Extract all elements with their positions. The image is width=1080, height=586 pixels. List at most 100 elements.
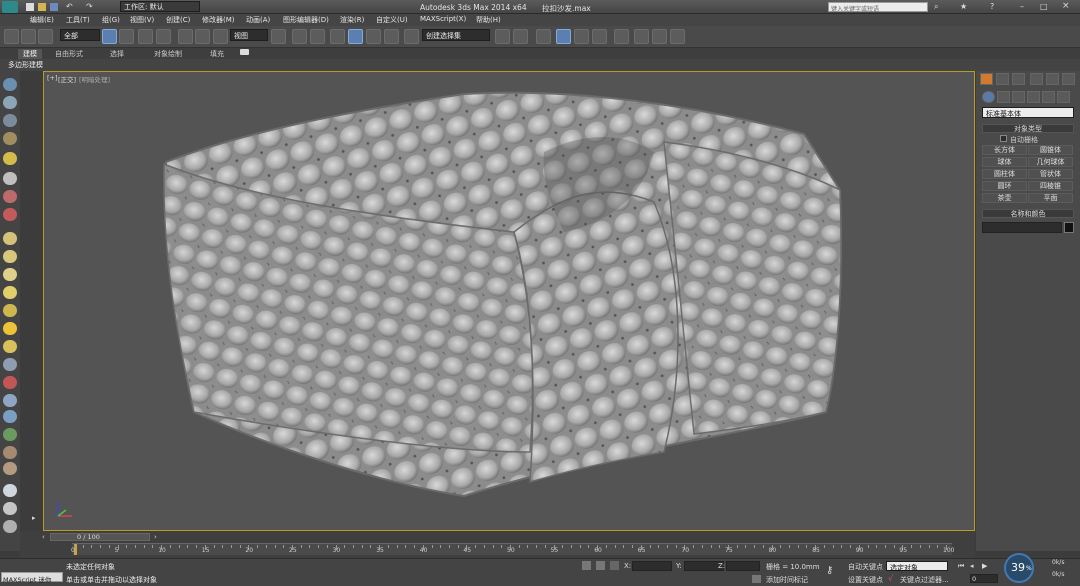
left-tool-22-icon[interactable] [3, 462, 17, 475]
left-tool-11-icon[interactable] [3, 268, 17, 281]
layer-manager-icon[interactable] [536, 29, 551, 44]
create-tab-icon[interactable] [980, 73, 993, 85]
spinner-snap-icon[interactable] [384, 29, 399, 44]
close-icon[interactable]: × [1062, 1, 1070, 11]
left-tool-19-icon[interactable] [3, 410, 17, 423]
curve-editor-icon[interactable] [574, 29, 589, 44]
new-file-icon[interactable] [26, 3, 34, 11]
redo-icon[interactable]: ↷ [86, 2, 93, 11]
key-filter-icon[interactable]: √ [888, 574, 893, 583]
left-tool-7-icon[interactable] [3, 190, 17, 203]
add-time-tag[interactable]: 添加时间标记 [766, 575, 808, 585]
material-editor-icon[interactable] [614, 29, 629, 44]
time-slider-prev-icon[interactable]: ‹ [42, 533, 45, 541]
isolate-icon[interactable] [582, 561, 591, 570]
z-coordinate-field[interactable] [726, 561, 760, 571]
previous-frame-icon[interactable]: ◂ [970, 562, 974, 570]
menu-tools[interactable]: 工具(T) [66, 15, 90, 25]
open-file-icon[interactable] [38, 3, 46, 11]
ribbon-tab-populate[interactable]: 填充 [210, 49, 224, 59]
render-production-icon[interactable] [670, 29, 685, 44]
help-icon[interactable]: ? [990, 2, 994, 11]
left-tool-14-icon[interactable] [3, 322, 17, 335]
left-tool-13-icon[interactable] [3, 304, 17, 317]
ribbon-toggle-icon[interactable] [240, 49, 249, 55]
keyboard-shortcut-override-icon[interactable] [310, 29, 325, 44]
left-tool-3-icon[interactable] [3, 114, 17, 127]
viewport-perspective[interactable]: [+] [正交] [明暗处理] [43, 71, 975, 531]
key-icon[interactable]: ⚷ [826, 565, 833, 576]
mirror-icon[interactable] [495, 29, 510, 44]
key-filters-button[interactable]: 关键点过滤器... [900, 575, 949, 585]
hierarchy-tab-icon[interactable] [1012, 73, 1025, 85]
x-coordinate-field[interactable] [632, 561, 672, 571]
polygon-modeling-label[interactable]: 多边形建模 [8, 60, 43, 70]
modify-tab-icon[interactable] [996, 73, 1009, 85]
box-button[interactable]: 长方体 [982, 145, 1027, 155]
select-manipulate-icon[interactable] [292, 29, 307, 44]
menu-rendering[interactable]: 渲染(R) [340, 15, 364, 25]
sphere-button[interactable]: 球体 [982, 157, 1027, 167]
space-warps-icon[interactable] [1057, 91, 1070, 103]
menu-edit[interactable]: 编辑(E) [30, 15, 54, 25]
render-setup-icon[interactable] [634, 29, 649, 44]
frame-number-field[interactable]: 0 [970, 574, 998, 583]
left-tool-17-icon[interactable] [3, 376, 17, 389]
cone-button[interactable]: 圆锥体 [1028, 145, 1073, 155]
graphite-ribbon-icon[interactable] [556, 29, 571, 44]
menu-views[interactable]: 视图(V) [130, 15, 154, 25]
ribbon-tab-selection[interactable]: 选择 [110, 49, 124, 59]
rectangular-selection-icon[interactable] [138, 29, 153, 44]
sofa-model[interactable] [44, 72, 976, 532]
workspace-dropdown[interactable]: 工作区: 默认 [120, 1, 200, 12]
pivot-center-icon[interactable] [271, 29, 286, 44]
left-tool-8-icon[interactable] [3, 208, 17, 221]
menu-modifiers[interactable]: 修改器(M) [202, 15, 235, 25]
app-logo-icon[interactable] [2, 1, 18, 13]
search-icon[interactable]: ⌕ [934, 2, 938, 12]
window-crossing-icon[interactable] [156, 29, 171, 44]
cameras-icon[interactable] [1027, 91, 1040, 103]
cylinder-button[interactable]: 圆柱体 [982, 169, 1027, 179]
left-tool-9-icon[interactable] [3, 232, 17, 245]
left-tool-25-icon[interactable] [3, 520, 17, 533]
left-tool-6-icon[interactable] [3, 172, 17, 185]
edit-named-selection-icon[interactable] [404, 29, 419, 44]
object-name-input[interactable] [982, 222, 1062, 233]
teapot-button[interactable]: 茶壶 [982, 193, 1027, 203]
reference-coord-dropdown[interactable]: 视图 [230, 29, 268, 41]
minimize-icon[interactable]: – [1020, 2, 1024, 11]
menu-maxscript[interactable]: MAXScript(X) [420, 15, 466, 23]
menu-group[interactable]: 组(G) [102, 15, 120, 25]
geometry-category-dropdown[interactable]: 标准基本体 [982, 107, 1074, 118]
object-type-rollout[interactable]: 对象类型 [982, 124, 1074, 133]
rendered-frame-window-icon[interactable] [652, 29, 667, 44]
auto-key-button[interactable]: 自动关键点 [848, 562, 883, 572]
motion-tab-icon[interactable] [1030, 73, 1043, 85]
name-color-rollout[interactable]: 名称和颜色 [982, 209, 1074, 218]
percent-snap-icon[interactable] [366, 29, 381, 44]
menu-create[interactable]: 创建(C) [166, 15, 190, 25]
bind-space-warp-icon[interactable] [38, 29, 53, 44]
lock-selection-icon[interactable] [596, 561, 605, 570]
add-time-tag-icon[interactable] [752, 575, 761, 583]
save-file-icon[interactable] [50, 3, 58, 11]
menu-animation[interactable]: 动画(A) [246, 15, 270, 25]
left-tool-16-icon[interactable] [3, 358, 17, 371]
tube-button[interactable]: 管状体 [1028, 169, 1073, 179]
helpers-icon[interactable] [1042, 91, 1055, 103]
set-key-button[interactable]: 设置关键点 [848, 575, 883, 585]
schematic-view-icon[interactable] [592, 29, 607, 44]
select-object-icon[interactable] [102, 29, 117, 44]
left-tool-5-icon[interactable] [3, 152, 17, 165]
maximize-icon[interactable]: □ [1040, 2, 1048, 11]
shapes-icon[interactable] [997, 91, 1010, 103]
left-tool-10-icon[interactable] [3, 250, 17, 263]
pyramid-button[interactable]: 四棱锥 [1028, 181, 1073, 191]
left-tool-20-icon[interactable] [3, 428, 17, 441]
named-selection-dropdown[interactable]: 创建选择集 [422, 29, 490, 41]
select-by-name-icon[interactable] [119, 29, 134, 44]
maxscript-listener[interactable]: MAXScript 迷你 [1, 572, 63, 584]
selection-filter-dropdown[interactable]: 全部 [60, 29, 100, 41]
menu-help[interactable]: 帮助(H) [476, 15, 501, 25]
